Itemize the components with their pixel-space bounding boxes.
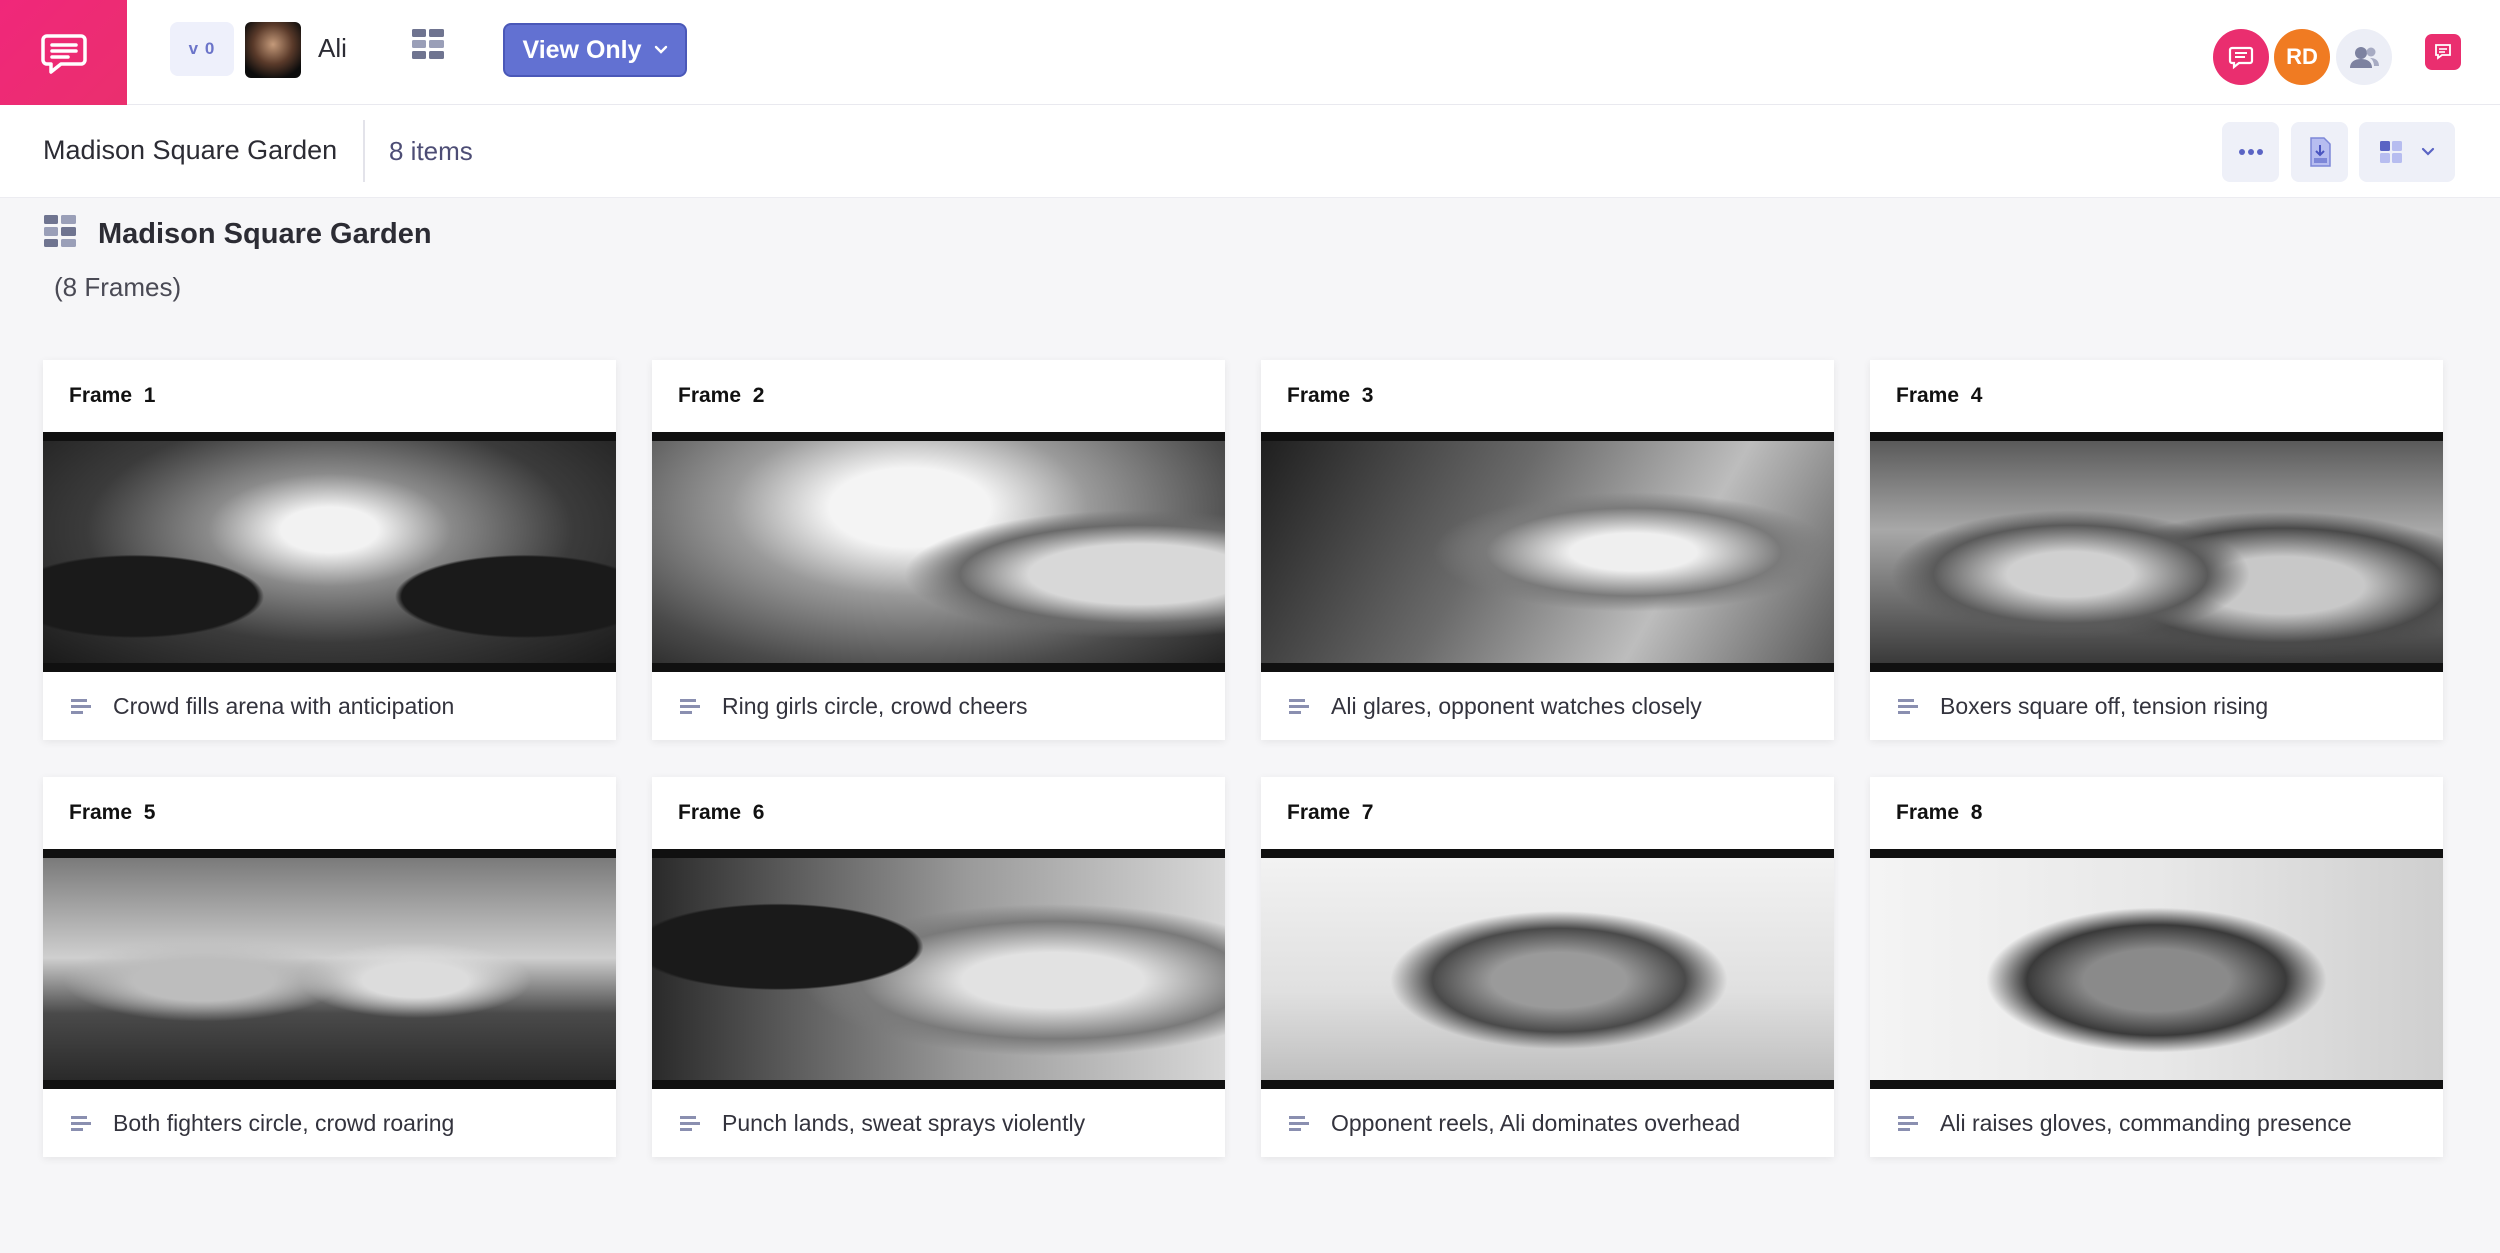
frame-image[interactable] <box>43 432 616 672</box>
chat-avatar[interactable] <box>2213 29 2269 85</box>
frame-label: Frame 4 <box>1896 384 1983 407</box>
project-name: Ali <box>318 33 347 63</box>
frame-card[interactable]: Frame 6 Punch lands, sweat sprays violen… <box>652 777 1225 1157</box>
frame-card[interactable]: Frame 3 Ali glares, opponent watches clo… <box>1261 360 1834 740</box>
frame-image[interactable] <box>1261 849 1834 1089</box>
notification-icon <box>2435 44 2451 60</box>
frame-card[interactable]: Frame 7 Opponent reels, Ali dominates ov… <box>1261 777 1834 1157</box>
item-count: 8 items <box>389 136 473 166</box>
frame-label: Frame 6 <box>678 801 765 824</box>
project-thumbnail[interactable] <box>245 22 301 78</box>
version-label: v 0 <box>188 39 216 58</box>
frame-grid: Frame 1 Crowd fills arena with anticipat… <box>43 360 2443 1157</box>
description-icon <box>680 699 700 714</box>
frame-card[interactable]: Frame 2 Ring girls circle, crowd cheers <box>652 360 1225 740</box>
frame-label: Frame 2 <box>678 384 765 407</box>
description-icon <box>1289 699 1309 714</box>
pdf-download-button[interactable] <box>2291 122 2348 182</box>
layout-switcher[interactable] <box>2359 122 2455 182</box>
view-mode-button[interactable]: View Only <box>503 23 687 77</box>
chevron-down-icon <box>2421 147 2435 156</box>
frame-description[interactable]: Punch lands, sweat sprays violently <box>722 1110 1085 1137</box>
section-title: Madison Square Garden <box>98 218 432 250</box>
frame-description[interactable]: Crowd fills arena with anticipation <box>113 693 454 720</box>
frame-description[interactable]: Ring girls circle, crowd cheers <box>722 693 1027 720</box>
more-options-button[interactable] <box>2222 122 2279 182</box>
version-chip[interactable]: v 0 <box>170 22 234 76</box>
description-icon <box>71 699 91 714</box>
avatar-initials: RD <box>2286 44 2318 69</box>
description-icon <box>1898 699 1918 714</box>
storyboard-toolbar: Madison Square Garden 8 items <box>0 105 2500 198</box>
frame-description[interactable]: Ali glares, opponent watches closely <box>1331 693 1702 720</box>
pdf-download-icon <box>2309 137 2331 167</box>
frame-card[interactable]: Frame 8 Ali raises gloves, commanding pr… <box>1870 777 2443 1157</box>
description-icon <box>1289 1116 1309 1131</box>
description-icon <box>1898 1116 1918 1131</box>
user-avatar[interactable]: RD <box>2274 29 2330 85</box>
description-icon <box>680 1116 700 1131</box>
chat-bubble-icon <box>2228 46 2254 70</box>
chevron-down-icon <box>654 45 667 54</box>
app-logo[interactable] <box>0 0 127 105</box>
divider <box>363 120 365 182</box>
users-icon <box>2350 47 2379 68</box>
frame-description[interactable]: Ali raises gloves, commanding presence <box>1940 1110 2352 1137</box>
collaborators-button[interactable] <box>2336 29 2392 85</box>
frame-description[interactable]: Opponent reels, Ali dominates overhead <box>1331 1110 1740 1137</box>
description-icon <box>71 1116 91 1131</box>
frame-label: Frame 3 <box>1287 384 1374 407</box>
frame-card[interactable]: Frame 1 Crowd fills arena with anticipat… <box>43 360 616 740</box>
frame-description[interactable]: Both fighters circle, crowd roaring <box>113 1110 454 1137</box>
frame-image[interactable] <box>652 432 1225 672</box>
frame-card[interactable]: Frame 4 Boxers square off, tension risin… <box>1870 360 2443 740</box>
frame-image[interactable] <box>1261 432 1834 672</box>
frame-label: Frame 8 <box>1896 801 1983 824</box>
frame-label: Frame 1 <box>69 384 156 407</box>
frame-description[interactable]: Boxers square off, tension rising <box>1940 693 2268 720</box>
frame-label: Frame 7 <box>1287 801 1374 824</box>
top-bar: v 0 Ali View Only RD <box>0 0 2500 105</box>
frame-label: Frame 5 <box>69 801 156 824</box>
chat-bubble-icon <box>40 33 87 74</box>
frame-image[interactable] <box>43 849 616 1089</box>
layout-grid-icon <box>2380 141 2402 163</box>
frame-image[interactable] <box>1870 849 2443 1089</box>
board-grid-icon <box>44 215 76 247</box>
frame-card[interactable]: Frame 5 Both fighters circle, crowd roar… <box>43 777 616 1157</box>
storyboard-title: Madison Square Garden <box>43 135 338 165</box>
frame-count: (8 Frames) <box>54 272 182 302</box>
frame-image[interactable] <box>652 849 1225 1089</box>
notification-button[interactable] <box>2425 34 2461 70</box>
frame-image[interactable] <box>1870 432 2443 672</box>
view-mode-label: View Only <box>522 35 642 64</box>
more-dots-icon <box>2238 149 2263 155</box>
board-grid-icon[interactable] <box>410 26 446 62</box>
